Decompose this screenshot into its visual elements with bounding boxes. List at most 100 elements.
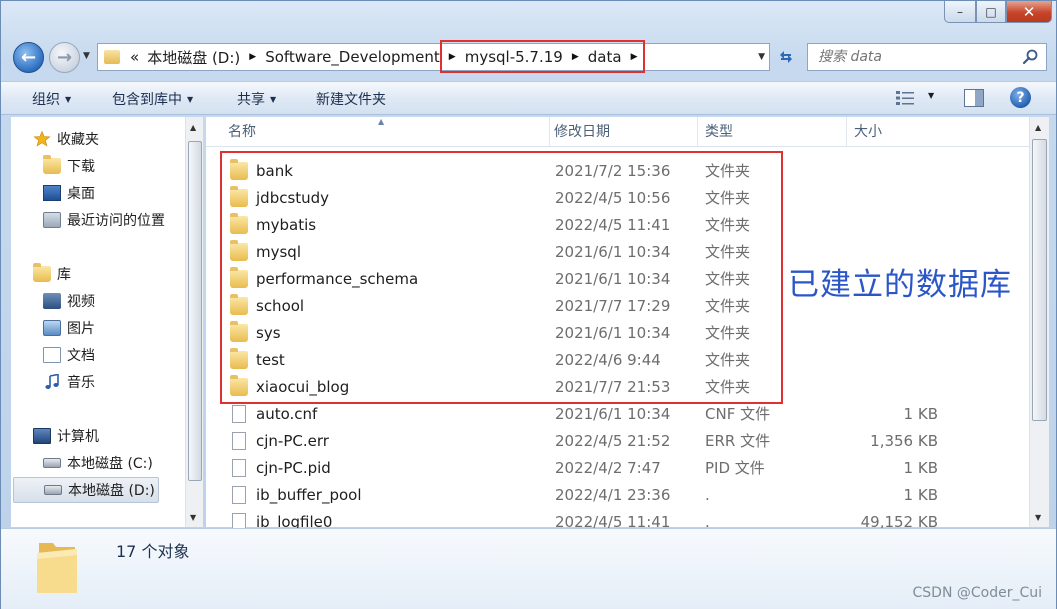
sidebar-libraries[interactable]: 库 — [33, 261, 205, 287]
music-icon — [45, 374, 59, 389]
file-type: CNF 文件 — [705, 405, 771, 423]
navigation-pane: 收藏夹 下载 桌面 最近访问的位置 库 视频 图片 文档 音乐 计算机 本地磁盘… — [11, 117, 203, 527]
file-name: ib_buffer_pool — [256, 485, 362, 504]
view-options-icon[interactable] — [895, 89, 915, 107]
item-count: 17 个对象 — [116, 542, 190, 561]
help-icon: ? — [1016, 89, 1025, 106]
recent-pages-dropdown[interactable]: ▼ — [83, 51, 90, 61]
sidebar-item-label: 最近访问的位置 — [67, 213, 165, 229]
sidebar-scroll-thumb[interactable] — [188, 141, 202, 481]
file-size: 1,356 KB — [870, 431, 938, 450]
sidebar-computer[interactable]: 计算机 — [33, 423, 205, 449]
drive-c-icon — [43, 458, 61, 468]
address-history-dropdown[interactable]: ▼ — [758, 52, 765, 62]
scroll-down-icon[interactable]: ▼ — [1035, 513, 1041, 522]
documents-icon — [43, 347, 61, 363]
file-name: auto.cnf — [256, 404, 318, 423]
sidebar-item-label: 桌面 — [67, 186, 95, 202]
watermark: CSDN @Coder_Cui — [912, 585, 1043, 601]
file-icon — [232, 404, 246, 423]
sidebar-favorites-label: 收藏夹 — [57, 132, 99, 148]
refresh-button[interactable] — [772, 43, 800, 71]
file-modified: 2022/4/5 21:52 — [555, 431, 671, 450]
scroll-down-icon[interactable]: ▼ — [190, 513, 196, 522]
address-overflow[interactable]: « — [126, 48, 143, 66]
recent-places-icon — [43, 212, 61, 228]
organize-label: 组织 — [32, 92, 60, 108]
file-size: 1 KB — [903, 458, 938, 477]
search-input[interactable] — [818, 49, 1018, 65]
column-header-type[interactable]: 类型 — [697, 117, 847, 147]
table-row[interactable]: cjn-PC.err 2022/4/5 21:52 ERR 文件 1,356 KB — [222, 427, 942, 454]
sidebar-computer-label: 计算机 — [57, 429, 99, 445]
sidebar-favorites[interactable]: 收藏夹 — [33, 126, 205, 152]
table-row[interactable]: cjn-PC.pid 2022/4/2 7:47 PID 文件 1 KB — [222, 454, 942, 481]
close-button[interactable]: ✕ — [1006, 1, 1052, 23]
organize-menu[interactable]: 组织 ▼ — [32, 89, 71, 109]
computer-icon — [33, 428, 51, 444]
file-icon — [232, 431, 246, 450]
table-row[interactable]: auto.cnf 2021/6/1 10:34 CNF 文件 1 KB — [222, 400, 942, 427]
new-folder-button[interactable]: 新建文件夹 — [316, 89, 386, 109]
view-dropdown[interactable]: ▼ — [928, 91, 934, 100]
file-type: PID 文件 — [705, 459, 765, 477]
folder-icon — [37, 543, 77, 593]
share-menu[interactable]: 共享 ▼ — [237, 89, 276, 109]
scroll-up-icon[interactable]: ▲ — [190, 123, 196, 132]
file-type: . — [705, 485, 710, 504]
file-list-scroll-thumb[interactable] — [1032, 139, 1047, 421]
column-header-modified[interactable]: 修改日期 — [546, 117, 698, 147]
sidebar-item-drive-d[interactable]: 本地磁盘 (D:) — [13, 477, 159, 503]
search-icon[interactable] — [1022, 49, 1038, 65]
share-label: 共享 — [237, 92, 265, 108]
navigation-bar: ← → ▼ « 本地磁盘 (D:) ▶ Software_Development… — [1, 39, 1056, 75]
explorer-window: – □ ✕ ← → ▼ « 本地磁盘 (D:) ▶ Software_Devel… — [0, 0, 1057, 609]
refresh-icon — [780, 51, 792, 63]
breadcrumb-drive-d[interactable]: 本地磁盘 (D:) — [143, 47, 244, 68]
library-icon — [33, 263, 51, 282]
sidebar-item-label: 音乐 — [67, 375, 95, 391]
sidebar-item-label: 图片 — [67, 321, 95, 337]
file-name: cjn-PC.pid — [256, 458, 331, 477]
file-type: ERR 文件 — [705, 432, 771, 450]
help-button[interactable]: ? — [1010, 87, 1031, 108]
back-button[interactable]: ← — [13, 42, 44, 73]
desktop-icon — [43, 185, 61, 201]
address-highlight-box — [440, 40, 645, 73]
sidebar-scrollbar[interactable]: ▲ ▼ — [185, 117, 203, 527]
annotation-text: 已建立的数据库 — [788, 267, 1012, 303]
column-header-name[interactable]: 名称 — [220, 117, 550, 147]
search-box[interactable] — [807, 43, 1047, 71]
preview-pane-button[interactable] — [964, 89, 984, 107]
maximize-button[interactable]: □ — [976, 1, 1006, 23]
sidebar-item-label: 下载 — [67, 159, 95, 175]
file-modified: 2022/4/1 23:36 — [555, 485, 671, 504]
include-in-library-label: 包含到库中 — [112, 92, 182, 108]
address-bar[interactable]: « 本地磁盘 (D:) ▶ Software_Development ▶ mys… — [97, 40, 770, 73]
caption-buttons: – □ ✕ — [944, 1, 1052, 23]
column-header-size[interactable]: 大小 — [846, 117, 1029, 147]
pictures-icon — [43, 320, 61, 336]
breadcrumb-software-development[interactable]: Software_Development — [261, 48, 444, 66]
minimize-button[interactable]: – — [944, 1, 976, 23]
scroll-up-icon[interactable]: ▲ — [1035, 123, 1041, 132]
file-icon — [232, 485, 246, 504]
star-icon — [33, 131, 51, 147]
file-modified: 2022/4/2 7:47 — [555, 458, 661, 477]
downloads-folder-icon — [43, 155, 61, 174]
file-list-scrollbar[interactable]: ▲ ▼ — [1029, 117, 1049, 527]
breadcrumb-separator-icon[interactable]: ▶ — [244, 52, 261, 62]
forward-button[interactable]: → — [49, 42, 80, 73]
arrow-right-icon: → — [56, 47, 73, 68]
sidebar-libraries-label: 库 — [57, 267, 71, 283]
file-size: 1 KB — [903, 485, 938, 504]
file-modified: 2021/6/1 10:34 — [555, 404, 671, 423]
sidebar-item-label: 视频 — [67, 294, 95, 310]
table-row[interactable]: ib_buffer_pool 2022/4/1 23:36. 1 KB — [222, 481, 942, 508]
file-size: 1 KB — [903, 404, 938, 423]
arrow-left-icon: ← — [20, 47, 37, 68]
caret-down-icon: ▼ — [65, 95, 72, 104]
sidebar-item-label: 本地磁盘 (D:) — [68, 483, 155, 499]
video-icon — [43, 293, 61, 309]
include-in-library-menu[interactable]: 包含到库中 ▼ — [112, 89, 193, 109]
